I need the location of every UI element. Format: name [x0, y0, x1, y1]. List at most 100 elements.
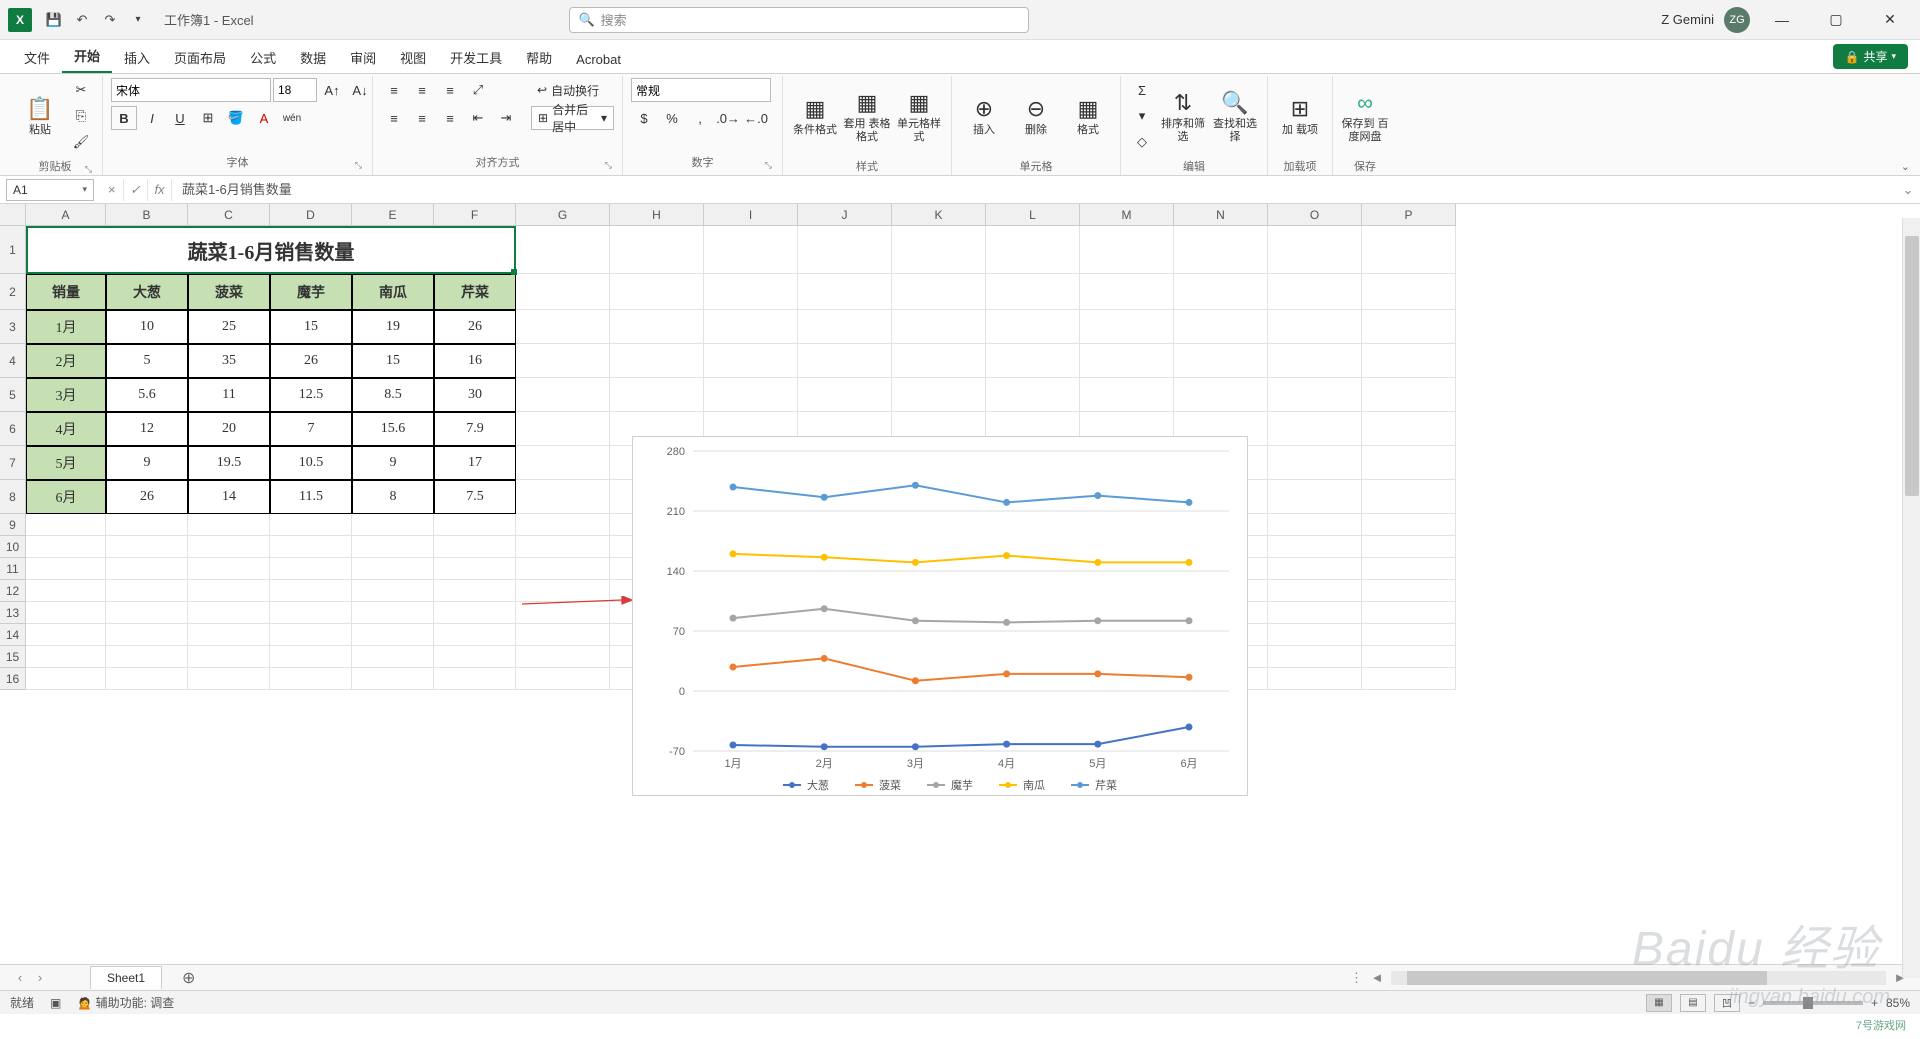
- col-header-B[interactable]: B: [106, 204, 188, 226]
- col-header-C[interactable]: C: [188, 204, 270, 226]
- comma-icon[interactable]: ,: [687, 106, 713, 130]
- view-layout-icon[interactable]: ▤: [1680, 994, 1706, 1012]
- sheet-nav-next[interactable]: ›: [30, 970, 50, 985]
- tab-review[interactable]: 审阅: [338, 42, 388, 73]
- formula-input[interactable]: 蔬菜1-6月销售数量: [172, 179, 1896, 201]
- vertical-scrollbar[interactable]: [1902, 218, 1920, 978]
- col-header-O[interactable]: O: [1268, 204, 1362, 226]
- macro-record-icon[interactable]: ▣: [50, 996, 61, 1010]
- tab-home[interactable]: 开始: [62, 40, 112, 73]
- increase-font-icon[interactable]: A↑: [319, 78, 345, 102]
- insert-cells-button[interactable]: ⊕插入: [960, 78, 1008, 156]
- merge-center-button[interactable]: ⊞ 合并后居中 ▾: [531, 106, 614, 130]
- fx-icon[interactable]: fx: [148, 179, 172, 201]
- dec-decimal-icon[interactable]: ←.0: [743, 106, 769, 130]
- accessibility-status[interactable]: 🙍 辅助功能: 调查: [77, 994, 174, 1011]
- row-header-11[interactable]: 11: [0, 558, 26, 580]
- border-icon[interactable]: ⊞: [195, 106, 221, 130]
- tab-file[interactable]: 文件: [12, 42, 62, 73]
- cancel-icon[interactable]: ×: [100, 179, 124, 201]
- col-header-L[interactable]: L: [986, 204, 1080, 226]
- row-header-10[interactable]: 10: [0, 536, 26, 558]
- worksheet-grid[interactable]: ABCDEFGHIJKLMNOP 12345678910111213141516…: [0, 204, 1920, 964]
- table-format-button[interactable]: ▦套用 表格格式: [843, 78, 891, 156]
- col-header-H[interactable]: H: [610, 204, 704, 226]
- name-box[interactable]: A1▾: [6, 179, 94, 201]
- row-header-13[interactable]: 13: [0, 602, 26, 624]
- save-icon[interactable]: 💾: [40, 6, 68, 34]
- row-header-3[interactable]: 3: [0, 310, 26, 344]
- row-header-8[interactable]: 8: [0, 480, 26, 514]
- zoom-level[interactable]: 85%: [1886, 996, 1910, 1010]
- align-center-icon[interactable]: ≡: [409, 106, 435, 130]
- autosum-icon[interactable]: Σ: [1129, 78, 1155, 102]
- row-header-6[interactable]: 6: [0, 412, 26, 446]
- indent-dec-icon[interactable]: ⇤: [465, 106, 491, 130]
- number-format-select[interactable]: [631, 78, 771, 102]
- col-header-M[interactable]: M: [1080, 204, 1174, 226]
- tab-acrobat[interactable]: Acrobat: [564, 46, 633, 73]
- minimize-button[interactable]: —: [1760, 5, 1804, 35]
- maximize-button[interactable]: ▢: [1814, 5, 1858, 35]
- cut-icon[interactable]: ✂: [68, 78, 94, 102]
- col-header-N[interactable]: N: [1174, 204, 1268, 226]
- fill-icon[interactable]: ▾: [1129, 104, 1155, 128]
- phonetic-icon[interactable]: wén: [279, 106, 305, 130]
- view-normal-icon[interactable]: ▦: [1646, 994, 1672, 1012]
- horizontal-scrollbar[interactable]: [1391, 971, 1886, 985]
- delete-cells-button[interactable]: ⊖删除: [1012, 78, 1060, 156]
- save-baidu-button[interactable]: ∞保存到 百度网盘: [1341, 78, 1389, 156]
- add-sheet-button[interactable]: ⊕: [182, 968, 195, 988]
- zoom-out-icon[interactable]: −: [1748, 996, 1755, 1010]
- align-bottom-icon[interactable]: ≡: [437, 78, 463, 102]
- font-name-input[interactable]: [111, 78, 271, 102]
- wrap-text-button[interactable]: ↩ 自动换行: [531, 78, 614, 102]
- tab-view[interactable]: 视图: [388, 42, 438, 73]
- underline-button[interactable]: U: [167, 106, 193, 130]
- row-header-12[interactable]: 12: [0, 580, 26, 602]
- col-header-A[interactable]: A: [26, 204, 106, 226]
- select-all-corner[interactable]: [0, 204, 26, 226]
- align-right-icon[interactable]: ≡: [437, 106, 463, 130]
- zoom-in-icon[interactable]: +: [1871, 996, 1878, 1010]
- align-left-icon[interactable]: ≡: [381, 106, 407, 130]
- tab-formulas[interactable]: 公式: [238, 42, 288, 73]
- row-header-15[interactable]: 15: [0, 646, 26, 668]
- col-header-F[interactable]: F: [434, 204, 516, 226]
- qat-customize-icon[interactable]: ▾: [124, 6, 152, 34]
- currency-icon[interactable]: $: [631, 106, 657, 130]
- user-avatar[interactable]: ZG: [1724, 7, 1750, 33]
- hscroll-left[interactable]: ◄: [1367, 970, 1387, 985]
- share-button[interactable]: 🔒 共享 ▾: [1833, 44, 1909, 69]
- tab-help[interactable]: 帮助: [514, 42, 564, 73]
- expand-formula-icon[interactable]: ⌄: [1896, 182, 1920, 198]
- tab-split-handle[interactable]: ⋮: [1350, 970, 1363, 986]
- tab-layout[interactable]: 页面布局: [162, 42, 238, 73]
- copy-icon[interactable]: ⎘: [68, 104, 94, 128]
- row-header-1[interactable]: 1: [0, 226, 26, 274]
- row-header-9[interactable]: 9: [0, 514, 26, 536]
- percent-icon[interactable]: %: [659, 106, 685, 130]
- undo-icon[interactable]: ↶: [68, 6, 96, 34]
- close-button[interactable]: ✕: [1868, 5, 1912, 35]
- row-header-5[interactable]: 5: [0, 378, 26, 412]
- col-header-P[interactable]: P: [1362, 204, 1456, 226]
- view-pagebreak-icon[interactable]: 凹: [1714, 994, 1740, 1012]
- font-color-icon[interactable]: A: [251, 106, 277, 130]
- font-size-input[interactable]: [273, 78, 317, 102]
- tab-dev[interactable]: 开发工具: [438, 42, 514, 73]
- orientation-icon[interactable]: ⤢: [465, 78, 491, 102]
- clear-icon[interactable]: ◇: [1129, 130, 1155, 154]
- row-header-7[interactable]: 7: [0, 446, 26, 480]
- row-header-14[interactable]: 14: [0, 624, 26, 646]
- enter-icon[interactable]: ✓: [124, 179, 148, 201]
- format-painter-icon[interactable]: 🖌: [68, 130, 94, 154]
- col-header-I[interactable]: I: [704, 204, 798, 226]
- col-header-K[interactable]: K: [892, 204, 986, 226]
- row-header-2[interactable]: 2: [0, 274, 26, 310]
- addins-button[interactable]: ⊞加 载项: [1276, 78, 1324, 156]
- col-header-G[interactable]: G: [516, 204, 610, 226]
- conditional-format-button[interactable]: ▦条件格式: [791, 78, 839, 156]
- bold-button[interactable]: B: [111, 106, 137, 130]
- redo-icon[interactable]: ↷: [96, 6, 124, 34]
